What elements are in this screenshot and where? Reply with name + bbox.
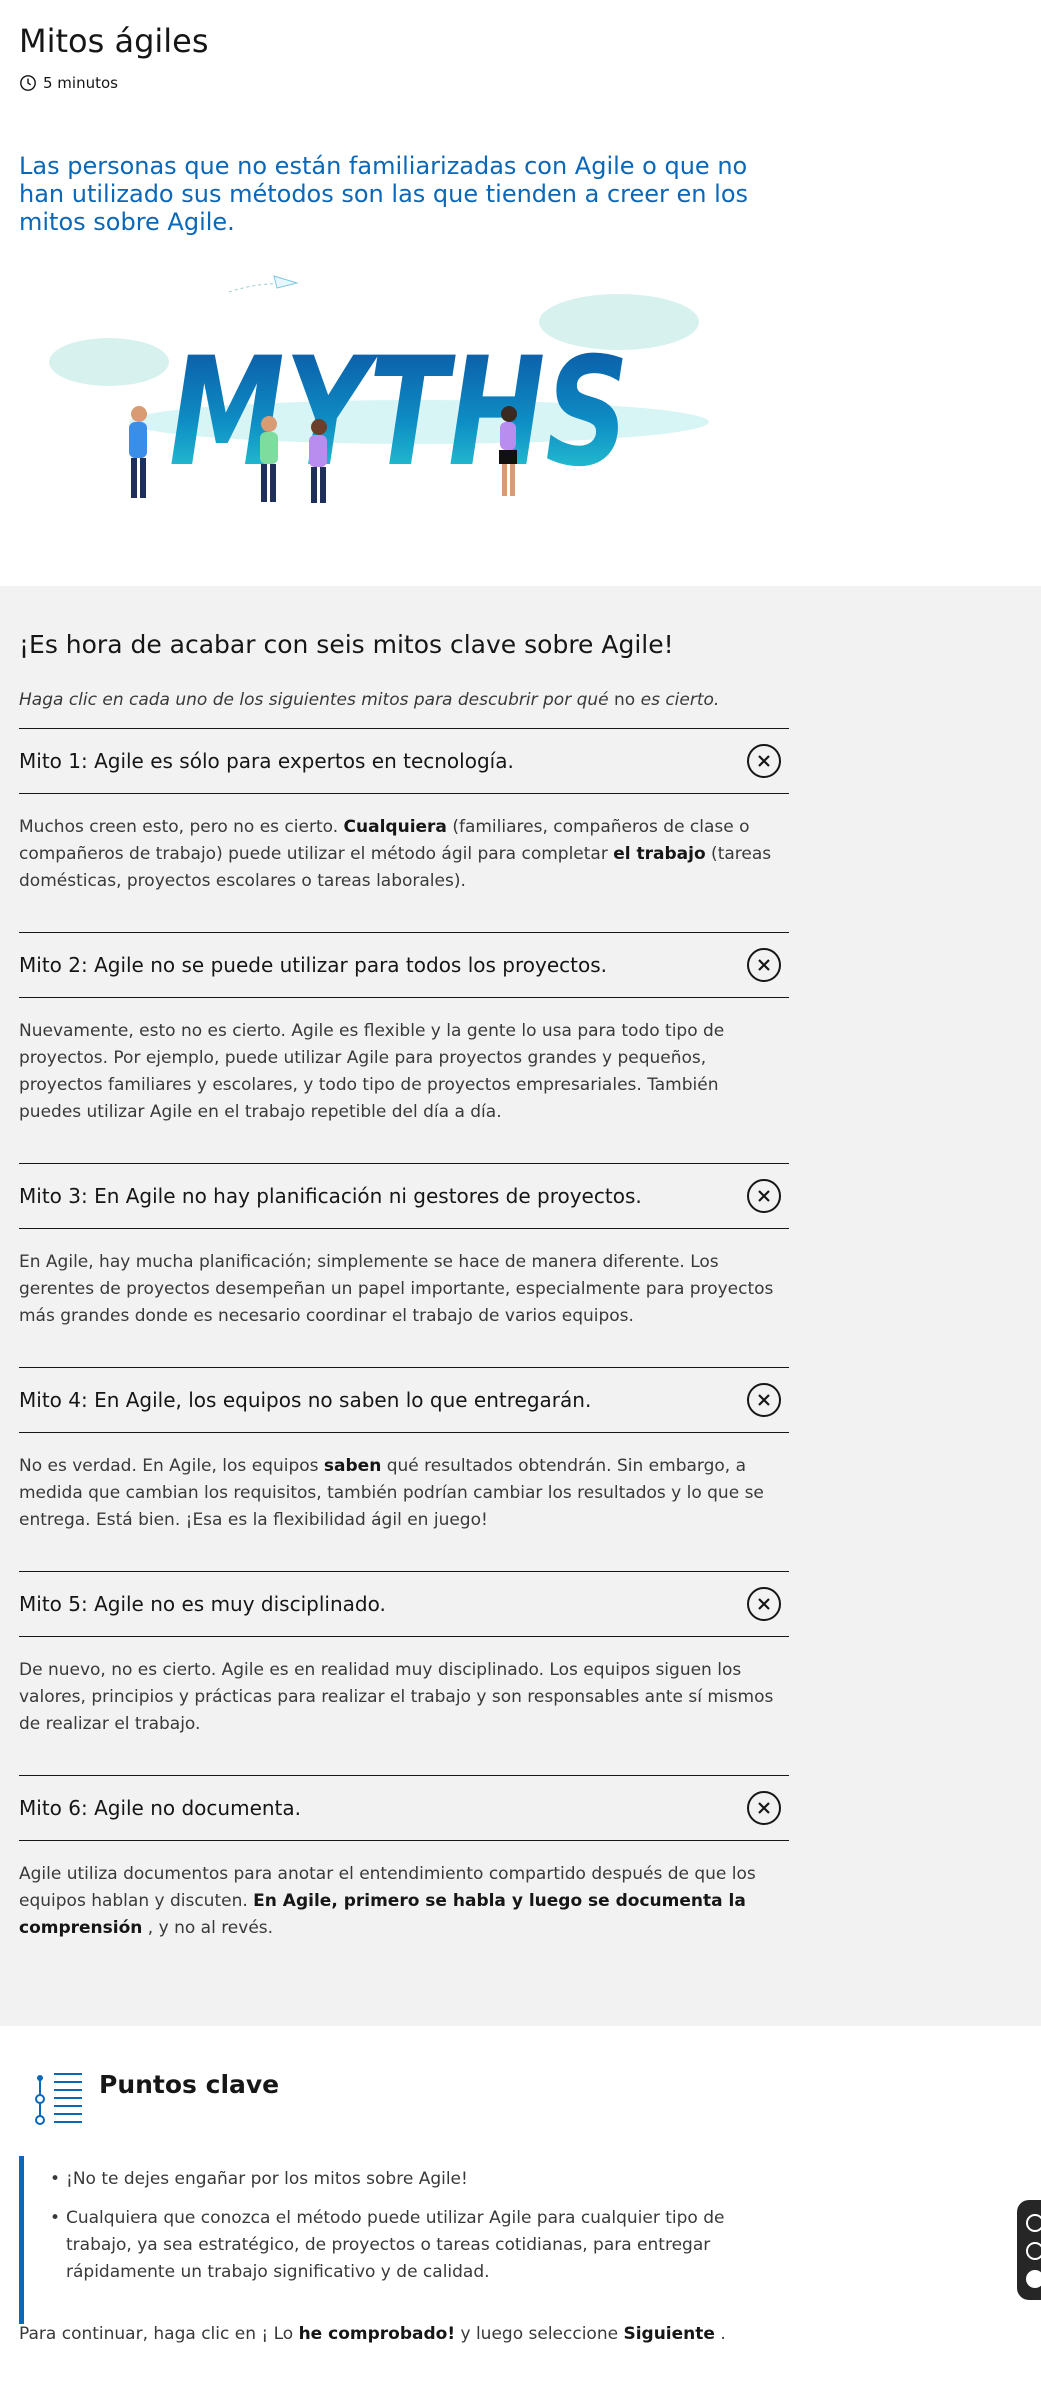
myths-word: MYTHS [169,326,629,500]
key-points-section: Puntos clave ¡No te dejes engañar por lo… [0,2026,1041,2394]
myth-header[interactable]: Mito 2: Agile no se puede utilizar para … [19,932,789,998]
myth-accordion-5: Mito 5: Agile no es muy disciplinado. De… [19,1571,789,1738]
myth-header[interactable]: Mito 1: Agile es sólo para expertos en t… [19,728,789,794]
myth-accordion-1: Mito 1: Agile es sólo para expertos en t… [19,728,789,895]
section-heading: ¡Es hora de acabar con seis mitos clave … [19,630,674,659]
close-icon[interactable] [747,1587,781,1621]
myth-accordion-3: Mito 3: En Agile no hay planificación ni… [19,1163,789,1330]
side-navigation-widget[interactable] [1017,2200,1041,2300]
close-icon[interactable] [747,744,781,778]
myth-title: Mito 5: Agile no es muy disciplinado. [19,1592,386,1616]
myth-body: No es verdad. En Agile, los equipos sabe… [19,1456,764,1530]
myths-section: ¡Es hora de acabar con seis mitos clave … [0,586,1041,2026]
close-icon[interactable] [747,948,781,982]
checked-label: he comprobado! [298,2324,456,2344]
myth-header[interactable]: Mito 4: En Agile, los equipos no saben l… [19,1367,789,1433]
myths-illustration: MYTHS [49,275,709,503]
nav-dot-active[interactable] [1026,2270,1041,2288]
myth-title: Mito 4: En Agile, los equipos no saben l… [19,1388,592,1412]
key-points-list: ¡No te dejes engañar por los mitos sobre… [50,2166,789,2286]
close-icon[interactable] [747,1179,781,1213]
duration-label: 5 minutos [43,74,118,92]
key-points-box: ¡No te dejes engañar por los mitos sobre… [19,2156,789,2324]
list-item: Cualquiera que conozca el método puede u… [50,2205,770,2286]
myth-title: Mito 1: Agile es sólo para expertos en t… [19,749,514,773]
myth-body: De nuevo, no es cierto. Agile es en real… [19,1660,774,1734]
nav-dot[interactable] [1026,2242,1041,2260]
list-icon [35,2073,82,2125]
myth-header[interactable]: Mito 5: Agile no es muy disciplinado. [19,1571,789,1637]
close-icon[interactable] [747,1791,781,1825]
myth-title: Mito 3: En Agile no hay planificación ni… [19,1184,642,1208]
myth-title: Mito 2: Agile no se puede utilizar para … [19,953,607,977]
myth-body: Agile utiliza documentos para anotar el … [19,1864,756,1938]
key-points-title: Puntos clave [99,2070,280,2099]
myth-title: Mito 6: Agile no documenta. [19,1796,302,1820]
continue-instructions: Para continuar, haga clic en ¡ Lo he com… [19,2324,726,2344]
section-instructions: Haga clic en cada uno de los siguientes … [19,690,720,710]
close-icon[interactable] [747,1383,781,1417]
next-label: Siguiente [623,2324,715,2344]
myth-accordion-4: Mito 4: En Agile, los equipos no saben l… [19,1367,789,1534]
myth-accordion-2: Mito 2: Agile no se puede utilizar para … [19,932,789,1126]
nav-dot[interactable] [1026,2214,1041,2232]
myth-body: En Agile, hay mucha planificación; simpl… [19,1252,774,1326]
duration: 5 minutos [19,74,118,92]
myth-body: Muchos creen esto, pero no es cierto. Cu… [19,817,772,891]
clock-icon [20,75,36,91]
list-item: ¡No te dejes engañar por los mitos sobre… [50,2166,770,2193]
myth-body: Nuevamente, esto no es cierto. Agile es … [19,1021,725,1122]
myth-accordion-6: Mito 6: Agile no documenta. Agile utiliz… [19,1775,789,1942]
intro-heading: Las personas que no están familiarizadas… [19,152,748,236]
myth-header[interactable]: Mito 3: En Agile no hay planificación ni… [19,1163,789,1229]
myth-header[interactable]: Mito 6: Agile no documenta. [19,1775,789,1841]
page-title: Mitos ágiles [19,22,209,60]
